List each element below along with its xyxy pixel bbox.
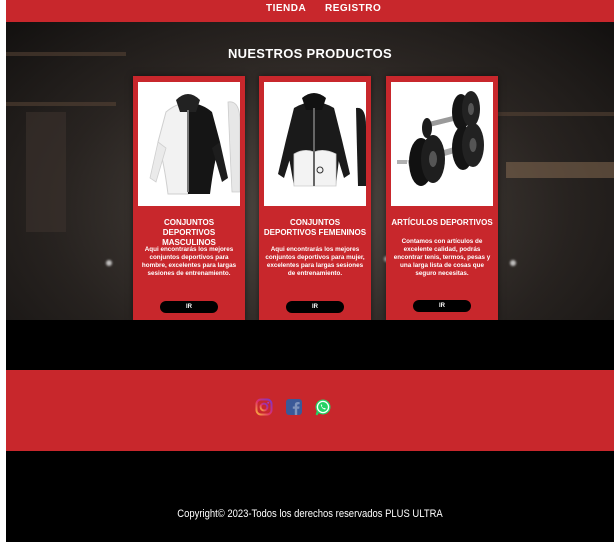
background-shelf (496, 112, 614, 116)
card-go-button[interactable]: IR (286, 301, 344, 313)
background-light (510, 260, 516, 266)
card-go-button[interactable]: IR (160, 301, 218, 313)
background-light (106, 260, 112, 266)
womens-jacket-icon (264, 82, 366, 206)
top-nav: TIENDA REGISTRO (6, 0, 614, 22)
mens-jacket-icon (138, 82, 240, 206)
card-title: CONJUNTOS DEPORTIVOS FEMENINOS (263, 218, 367, 237)
products-section: NUESTROS PRODUCTOS CONJUNTOS DEPORTIVOS … (6, 22, 614, 320)
background-rack (26, 112, 66, 232)
card-description: Aqui encontrarás los mejores conjuntos d… (141, 246, 237, 277)
card-title: ARTÍCULOS DEPORTIVOS (391, 218, 493, 227)
card-description: Contamos con artículos de excelente cali… (393, 238, 491, 277)
nav-link-tienda[interactable]: TIENDA (266, 3, 306, 14)
whatsapp-icon[interactable] (314, 398, 332, 416)
card-title: CONJUNTOS DEPORTIVOS MASCULINOS (162, 218, 216, 247)
background-shelf (6, 102, 116, 106)
background-shelf (506, 162, 614, 178)
instagram-icon[interactable] (255, 398, 273, 416)
card-description: Aqui encontrarás los mejores conjuntos d… (265, 246, 365, 277)
card-go-button[interactable]: IR (413, 300, 471, 312)
footer-copyright-bar: Copyright© 2023-Todos los derechos reser… (6, 451, 614, 542)
section-title: NUESTROS PRODUCTOS (227, 46, 393, 61)
footer-spacer (6, 322, 614, 370)
copyright-text: Copyright© 2023-Todos los derechos reser… (177, 508, 443, 520)
facebook-icon[interactable] (285, 398, 303, 416)
product-card-articles: ARTÍCULOS DEPORTIVOS Contamos con artícu… (386, 76, 498, 320)
page: TIENDA REGISTRO NUESTROS PRODUCTOS CONJU… (6, 0, 614, 542)
product-card-women: CONJUNTOS DEPORTIVOS FEMENINOS Aqui enco… (259, 76, 371, 320)
dumbbells-icon (391, 82, 493, 206)
nav-link-registro[interactable]: REGISTRO (325, 3, 381, 14)
product-card-men: CONJUNTOS DEPORTIVOS MASCULINOS Aqui enc… (133, 76, 245, 320)
footer-social-bar (6, 370, 614, 451)
